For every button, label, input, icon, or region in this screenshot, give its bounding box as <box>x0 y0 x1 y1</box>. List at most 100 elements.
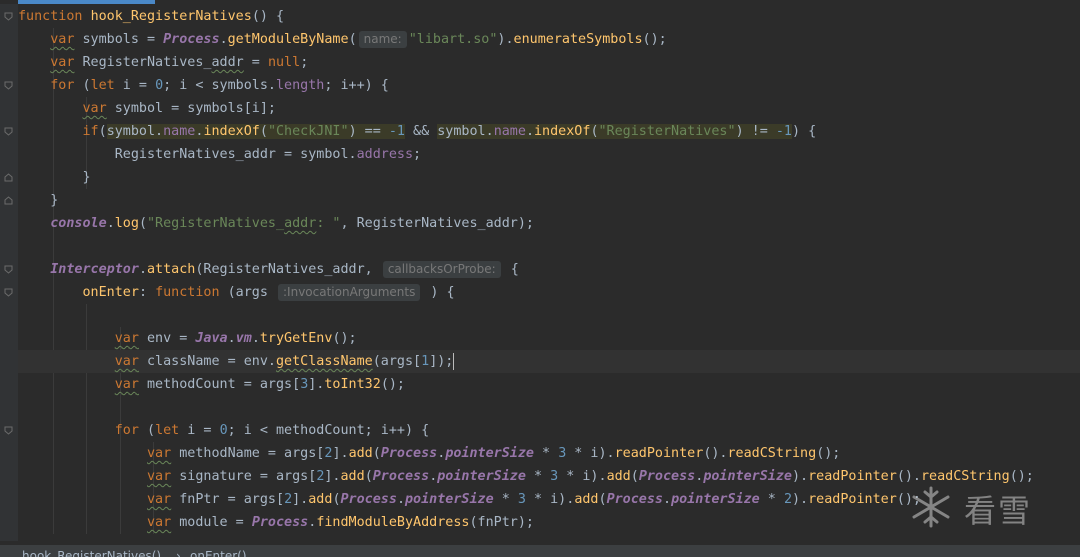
breadcrumb-item[interactable]: onEnter() <box>190 545 247 557</box>
method-call: log <box>114 216 139 231</box>
breadcrumb-separator: › <box>176 549 181 557</box>
breadcrumb-item[interactable]: hook_RegisterNatives() <box>22 545 161 557</box>
code-line[interactable]: RegisterNatives_addr = symbol.address; <box>18 143 421 166</box>
keyword: for <box>114 423 139 438</box>
method-call: indexOf <box>534 124 591 139</box>
method-call: add <box>606 469 631 484</box>
global-identifier: Process <box>340 492 397 507</box>
keyword: var <box>50 32 75 47</box>
number-literal: 3 <box>517 492 526 507</box>
code-text: fnPtr = args[ <box>171 492 285 507</box>
code-text: . <box>219 32 228 47</box>
string-literal: "CheckJNI" <box>267 124 349 139</box>
keyword: var <box>114 331 139 346</box>
code-text: symbol = symbols[i]; <box>106 101 276 116</box>
active-tab-indicator[interactable] <box>18 0 155 4</box>
code-line[interactable]: console.log("RegisterNatives_addr: ", Re… <box>18 212 534 235</box>
global-identifier: Process <box>638 469 696 484</box>
code-line[interactable]: var symbol = symbols[i]; <box>18 97 277 120</box>
string-literal: "RegisterNatives_ <box>147 216 285 231</box>
number-literal: 3 <box>550 469 559 484</box>
highlighted-expression: symbol.name.indexOf("CheckJNI") == -1 <box>106 124 405 139</box>
code-text: ; i < symbols. <box>163 78 276 93</box>
method-call: add <box>574 492 599 507</box>
code-text: { <box>502 262 519 277</box>
global-identifier: console <box>50 216 107 231</box>
code-text: ( <box>74 78 91 93</box>
code-line[interactable]: } <box>18 166 91 189</box>
number-literal: 0 <box>219 423 228 438</box>
keyword: var <box>114 377 139 392</box>
code-text: ; <box>413 147 422 162</box>
code-text: ( <box>590 124 599 139</box>
code-text: . <box>251 331 260 346</box>
code-line[interactable]: Interceptor.attach(RegisterNatives_addr,… <box>18 258 519 281</box>
fold-toggle-icon[interactable] <box>4 12 13 21</box>
code-editor[interactable]: function hook_RegisterNatives() { var sy… <box>0 5 1080 545</box>
code-text: ) == <box>348 124 389 139</box>
code-line[interactable]: var module = Process.findModuleByAddress… <box>18 511 534 534</box>
global-identifier: Interceptor <box>50 262 139 277</box>
code-line[interactable]: var signature = args[2].add(Process.poin… <box>18 465 1034 488</box>
code-line[interactable]: var methodCount = args[3].toInt32(); <box>18 373 405 396</box>
code-text: ( <box>138 423 156 438</box>
keyword: var <box>147 469 172 484</box>
code-text: module = <box>171 515 252 530</box>
code-line[interactable]: var methodName = args[2].add(Process.poi… <box>18 442 840 465</box>
global-identifier: Process <box>372 469 430 484</box>
keyword: let <box>90 78 115 93</box>
code-text: ). <box>497 32 514 47</box>
method-call: readPointer <box>614 446 704 461</box>
fold-toggle-icon[interactable] <box>4 426 13 435</box>
method-call: readCString <box>921 469 1010 484</box>
code-line[interactable]: var env = Java.vm.tryGetEnv(); <box>18 327 357 350</box>
fold-toggle-icon[interactable] <box>4 81 13 90</box>
code-text: ]. <box>292 492 309 507</box>
code-line[interactable]: onEnter: function (args :InvocationArgum… <box>18 281 455 304</box>
code-line[interactable]: var RegisterNatives_addr = null; <box>18 51 308 74</box>
code-text: && <box>405 124 438 139</box>
code-text: ( <box>259 124 268 139</box>
fold-end-icon[interactable] <box>4 196 13 205</box>
method-call: getModuleByName <box>227 32 349 47</box>
global-property: pointerSize <box>445 446 534 461</box>
code-text: . <box>138 262 147 277</box>
type-hint: :InvocationArguments <box>278 284 421 301</box>
method-name: onEnter <box>82 285 139 300</box>
code-text: : <box>138 285 156 300</box>
fold-toggle-icon[interactable] <box>4 265 13 274</box>
code-text: (); <box>1009 469 1034 484</box>
fold-toggle-icon[interactable] <box>4 127 13 136</box>
code-text: ]); <box>429 354 454 369</box>
code-line[interactable]: var className = env.getClassName(args[1]… <box>18 350 455 373</box>
code-text: env = <box>138 331 196 346</box>
code-text: addr <box>211 55 244 70</box>
fold-toggle-icon[interactable] <box>4 288 13 297</box>
parameter-hint: name: <box>358 31 407 48</box>
code-text: ]. <box>324 469 341 484</box>
code-line[interactable]: } <box>18 189 58 212</box>
code-line[interactable]: for (let i = 0; i < symbols.length; i++)… <box>18 74 389 97</box>
code-line[interactable]: if(symbol.name.indexOf("CheckJNI") == -1… <box>18 120 816 143</box>
code-line[interactable]: var symbols = Process.getModuleByName(na… <box>18 28 667 51</box>
keyword: function <box>155 285 220 300</box>
code-text: ( <box>98 124 107 139</box>
code-text: ; i++) { <box>324 78 389 93</box>
number-literal: 2 <box>783 492 792 507</box>
fold-end-icon[interactable] <box>4 173 13 182</box>
global-identifier: Process <box>163 32 220 47</box>
property: name <box>493 124 526 139</box>
text-caret <box>453 352 455 370</box>
code-text: . <box>663 492 672 507</box>
code-line[interactable]: function hook_RegisterNatives() { <box>18 5 284 28</box>
code-text: ) { <box>422 285 455 300</box>
number-literal: 1 <box>421 354 430 369</box>
method-call: findModuleByAddress <box>316 515 470 530</box>
method-call: readPointer <box>808 469 897 484</box>
code-text: . <box>525 124 534 139</box>
code-line[interactable]: var fnPtr = args[2].add(Process.pointerS… <box>18 488 921 511</box>
code-text: = <box>243 55 268 70</box>
method-call: attach <box>147 262 196 277</box>
code-text: ( <box>348 32 357 47</box>
code-line[interactable]: for (let i = 0; i < methodCount; i++) { <box>18 419 429 442</box>
